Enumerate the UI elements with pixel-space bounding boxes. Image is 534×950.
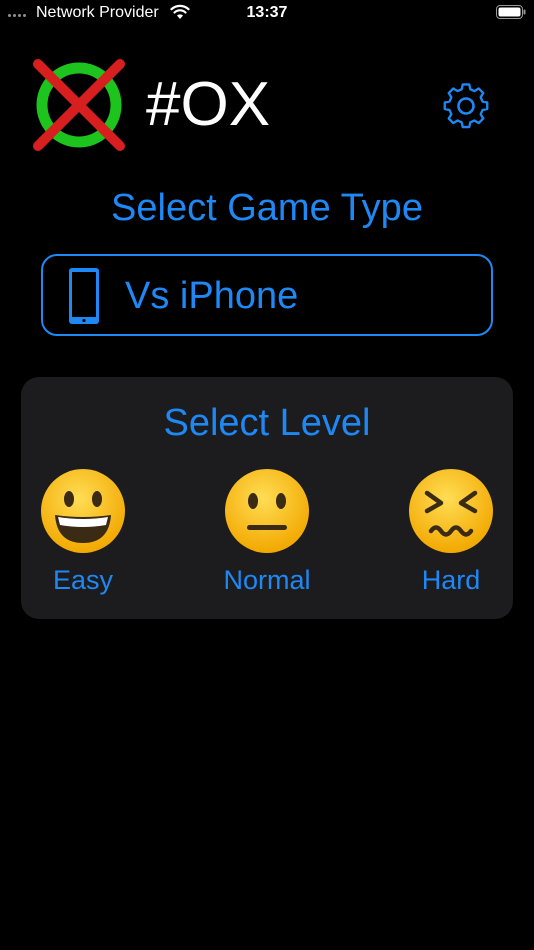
level-easy-button[interactable]: Easy (28, 467, 138, 601)
settings-button[interactable] (440, 82, 492, 130)
confounded-face-icon (409, 469, 493, 553)
select-level-title: Select Level (163, 402, 371, 444)
level-normal-button[interactable]: Normal (212, 467, 322, 601)
level-easy-label: Easy (52, 565, 114, 595)
level-normal-label: Normal (223, 565, 311, 595)
game-type-button[interactable]: Vs iPhone (41, 254, 493, 336)
ox-logo-icon (33, 59, 125, 151)
grinning-face-icon (41, 469, 125, 553)
level-hard-button[interactable]: Hard (396, 467, 506, 601)
game-type-label: Vs iPhone (125, 275, 299, 317)
app-title: #OX (146, 70, 271, 139)
gear-icon (443, 83, 489, 129)
select-game-type-title: Select Game Type (111, 187, 423, 229)
level-panel: Select Level Easy Normal Hard (21, 377, 513, 619)
level-hard-label: Hard (421, 565, 481, 595)
neutral-face-icon (225, 469, 309, 553)
battery-icon (496, 5, 526, 19)
iphone-icon (69, 268, 99, 324)
status-time: 13:37 (246, 4, 288, 21)
status-bar: Network Provider 13:37 (0, 0, 534, 26)
